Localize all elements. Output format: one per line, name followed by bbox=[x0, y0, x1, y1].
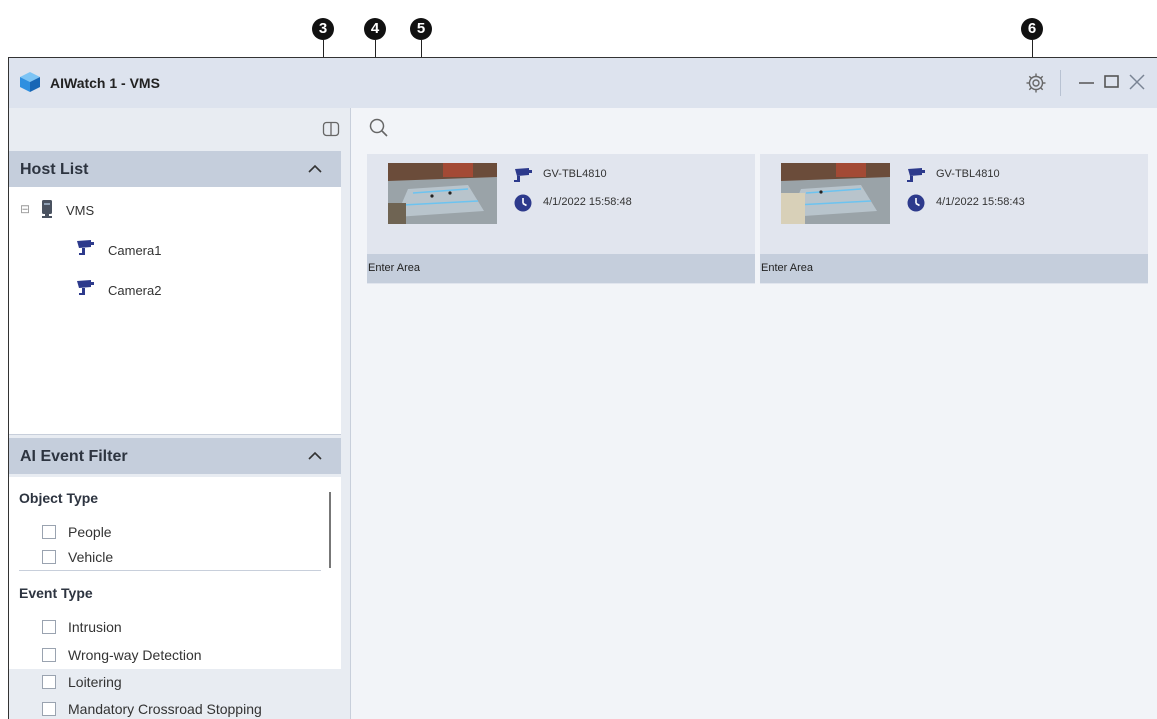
titlebar-separator bbox=[1060, 70, 1061, 96]
filter-scrollbar[interactable] bbox=[329, 492, 331, 568]
event-type-text: Enter Area bbox=[368, 262, 420, 274]
cube-logo-icon bbox=[20, 72, 40, 92]
chevron-up-icon[interactable] bbox=[307, 161, 323, 177]
chevron-up-icon[interactable] bbox=[307, 448, 323, 464]
camera-icon bbox=[77, 280, 94, 295]
window-title: AIWatch 1 - VMS bbox=[50, 75, 160, 91]
checkbox-box[interactable] bbox=[42, 675, 56, 689]
gear-icon[interactable] bbox=[1025, 72, 1047, 94]
minimize-icon[interactable] bbox=[1075, 70, 1099, 94]
event-footer: Enter Area bbox=[760, 254, 1148, 283]
host-list-title: Host List bbox=[20, 161, 89, 178]
event-type-text: Enter Area bbox=[761, 262, 813, 274]
panel-toggle-icon[interactable] bbox=[322, 120, 340, 138]
checkbox-label: Wrong-way Detection bbox=[68, 647, 202, 663]
callout-6: 6 bbox=[1021, 18, 1043, 40]
callout-3: 3 bbox=[312, 18, 334, 40]
checkbox-box[interactable] bbox=[42, 620, 56, 634]
event-thumbnail[interactable] bbox=[781, 163, 890, 224]
checkbox-label: Loitering bbox=[68, 674, 122, 690]
filter-divider bbox=[19, 570, 321, 571]
search-icon[interactable] bbox=[368, 117, 390, 139]
event-card[interactable]: GV-TBL4810 4/1/2022 15:58:43 Enter Area bbox=[760, 154, 1148, 284]
clock-icon bbox=[907, 194, 925, 212]
event-footer: Enter Area bbox=[367, 254, 755, 283]
checkbox-box[interactable] bbox=[42, 525, 56, 539]
checkbox-box[interactable] bbox=[42, 550, 56, 564]
event-camera-name: GV-TBL4810 bbox=[936, 168, 1000, 180]
checkbox-label: Vehicle bbox=[68, 549, 114, 565]
event-card[interactable]: GV-TBL4810 4/1/2022 15:58:48 Enter Area bbox=[367, 154, 755, 284]
event-timestamp: 4/1/2022 15:58:43 bbox=[936, 196, 1025, 208]
ai-filter-title: AI Event Filter bbox=[20, 448, 128, 465]
maximize-icon[interactable] bbox=[1100, 70, 1124, 94]
close-icon[interactable] bbox=[1125, 70, 1149, 94]
camera-icon bbox=[77, 240, 94, 255]
tree-expander[interactable]: ⊟ bbox=[20, 202, 30, 216]
tree-item-camera2[interactable]: Camera2 bbox=[108, 283, 161, 298]
checkbox-label: People bbox=[68, 524, 112, 540]
event-type-label: Event Type bbox=[19, 585, 93, 601]
title-bar: AIWatch 1 - VMS bbox=[9, 58, 1157, 108]
camera-icon bbox=[907, 168, 925, 182]
checkbox-box[interactable] bbox=[42, 648, 56, 662]
event-panel: GV-TBL4810 4/1/2022 15:58:48 Enter Area bbox=[351, 108, 1157, 719]
event-camera-name: GV-TBL4810 bbox=[543, 168, 607, 180]
checkbox-label: Mandatory Crossroad Stopping bbox=[68, 701, 262, 717]
object-type-label: Object Type bbox=[19, 490, 99, 506]
event-thumbnail[interactable] bbox=[388, 163, 497, 224]
ai-filter-header[interactable]: AI Event Filter bbox=[9, 438, 341, 474]
clock-icon bbox=[514, 194, 532, 212]
event-timestamp: 4/1/2022 15:58:48 bbox=[543, 196, 632, 208]
checkbox-box[interactable] bbox=[42, 702, 56, 716]
app-window: AIWatch 1 - VMS Host List ⊟ VMS Camera1 … bbox=[8, 57, 1157, 719]
host-list-header[interactable]: Host List bbox=[9, 151, 341, 187]
host-tree: ⊟ VMS Camera1 Camera2 bbox=[9, 187, 341, 435]
camera-icon bbox=[514, 168, 532, 182]
callout-5: 5 bbox=[410, 18, 432, 40]
checkbox-label: Intrusion bbox=[68, 619, 122, 635]
server-icon bbox=[42, 200, 52, 218]
tree-item-vms[interactable]: VMS bbox=[66, 203, 94, 218]
callout-4: 4 bbox=[364, 18, 386, 40]
tree-item-camera1[interactable]: Camera1 bbox=[108, 243, 161, 258]
